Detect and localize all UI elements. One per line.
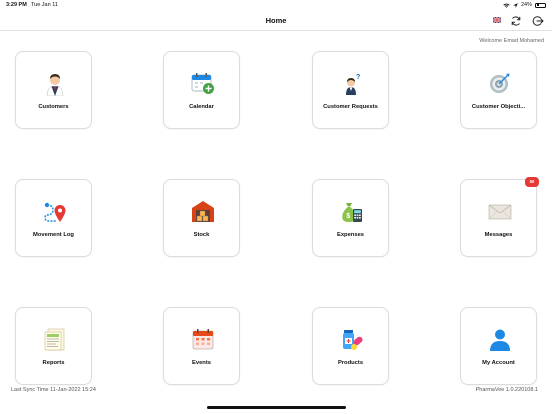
page-title: Home bbox=[265, 16, 287, 25]
tile-stock[interactable]: Stock bbox=[163, 179, 240, 257]
report-icon bbox=[44, 328, 65, 351]
battery-percent: 24% bbox=[520, 2, 532, 8]
account-icon bbox=[490, 329, 510, 351]
welcome-message: Welcome Emad Mohamed bbox=[479, 38, 544, 44]
tile-customer-objectives[interactable]: Customer Objecti... bbox=[460, 51, 537, 129]
tile-label: Customer Objecti... bbox=[471, 104, 526, 110]
money-bag-icon: $ bbox=[342, 203, 362, 222]
tile-label: My Account bbox=[482, 360, 515, 366]
events-icon bbox=[192, 329, 214, 350]
tile-reports[interactable]: Reports bbox=[15, 307, 92, 385]
tile-label: Messages bbox=[484, 232, 513, 238]
tile-label: Products bbox=[337, 360, 364, 366]
customer-icon bbox=[46, 74, 64, 96]
status-bar: 3:29 PM Tue Jan 11 24% bbox=[0, 0, 552, 12]
tile-label: Movement Log bbox=[33, 232, 74, 238]
products-icon bbox=[343, 330, 363, 350]
wifi-icon bbox=[503, 3, 510, 8]
route-icon bbox=[44, 202, 66, 222]
status-time: 3:29 PM bbox=[6, 2, 27, 8]
last-sync-time: Last Sync Time 11-Jan-2022 15:24 bbox=[11, 387, 96, 393]
tile-label: Calendar bbox=[189, 104, 214, 110]
svg-text:?: ? bbox=[356, 74, 360, 81]
tile-label: Customer Requests bbox=[323, 104, 378, 110]
tile-my-account[interactable]: My Account bbox=[460, 307, 537, 385]
tile-label: Expenses bbox=[336, 232, 365, 238]
battery-icon bbox=[535, 2, 546, 8]
tile-customer-requests[interactable]: ? Customer Requests bbox=[312, 51, 389, 129]
svg-text:$: $ bbox=[346, 213, 350, 220]
status-date: Tue Jan 11 bbox=[31, 2, 58, 8]
logout-icon[interactable] bbox=[532, 15, 544, 27]
home-indicator[interactable] bbox=[207, 406, 346, 409]
target-icon bbox=[490, 73, 510, 93]
nav-bar: Home bbox=[0, 12, 552, 31]
tile-label: Reports bbox=[42, 360, 65, 366]
warehouse-icon bbox=[192, 201, 214, 222]
tile-label: Customers bbox=[38, 104, 69, 110]
tile-messages[interactable]: Messages bbox=[460, 179, 537, 257]
sync-icon[interactable] bbox=[510, 15, 522, 27]
app-version: PharmaVee 1.0.220108.1 bbox=[475, 387, 538, 393]
tile-events[interactable]: Events bbox=[163, 307, 240, 385]
uk-flag-icon[interactable] bbox=[493, 17, 501, 23]
location-icon bbox=[513, 2, 518, 8]
calendar-icon bbox=[191, 73, 214, 94]
status-indicators: 24% bbox=[503, 2, 546, 8]
messages-badge: 50 bbox=[525, 177, 539, 187]
tile-products[interactable]: Products bbox=[312, 307, 389, 385]
customer-request-icon: ? bbox=[346, 74, 360, 95]
tile-label: Events bbox=[191, 360, 211, 366]
tile-expenses[interactable]: $ Expenses bbox=[312, 179, 389, 257]
tile-customers[interactable]: Customers bbox=[15, 51, 92, 129]
tile-calendar[interactable]: Calendar bbox=[163, 51, 240, 129]
tile-movement-log[interactable]: Movement Log bbox=[15, 179, 92, 257]
tile-label: Stock bbox=[193, 232, 210, 238]
envelope-icon bbox=[488, 204, 512, 220]
